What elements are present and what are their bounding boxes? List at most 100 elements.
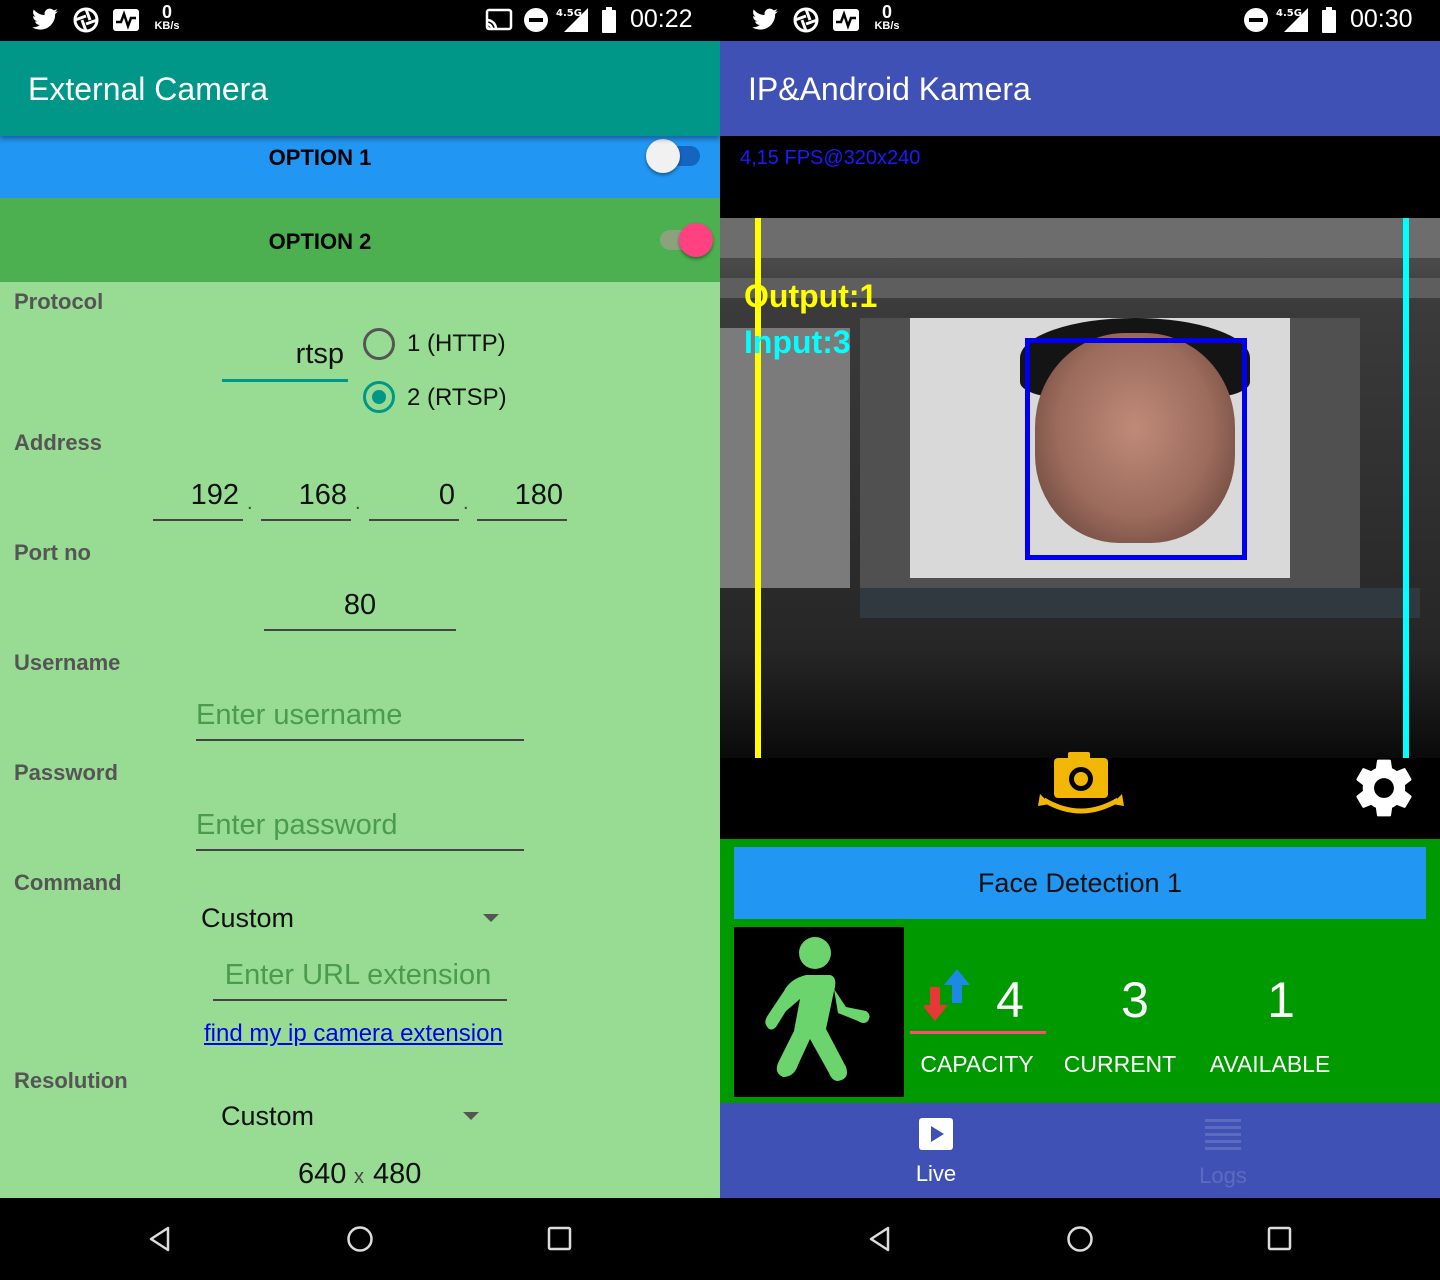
resolution-dropdown[interactable]: Custom	[221, 1101, 314, 1132]
do-not-disturb-icon	[522, 6, 550, 34]
feed-browser-bar	[720, 218, 1440, 258]
protocol-label: Protocol	[14, 289, 104, 314]
ip-separator: .	[247, 492, 253, 514]
resolution-x: x	[354, 1166, 364, 1188]
back-icon[interactable]	[866, 1225, 894, 1253]
username-field[interactable]: Enter username	[196, 699, 524, 741]
app-bar: External Camera	[0, 41, 720, 136]
available-label: AVAILABLE	[1209, 1051, 1331, 1077]
recents-icon[interactable]	[546, 1225, 574, 1253]
signal-icon: 4.5G	[1276, 6, 1310, 34]
activity-icon	[832, 6, 860, 34]
app-title: External Camera	[28, 71, 269, 107]
app-bar: IP&Android Kamera	[720, 41, 1440, 136]
aperture-icon	[792, 6, 820, 34]
logs-list-icon[interactable]	[1204, 1117, 1242, 1153]
aperture-icon	[72, 6, 100, 34]
bottom-navigation: Live Logs	[720, 1103, 1440, 1198]
option-2-switch[interactable]	[679, 223, 713, 257]
url-extension-field[interactable]: Enter URL extension	[213, 959, 507, 1001]
twitter-icon	[750, 6, 780, 34]
password-label: Password	[14, 760, 118, 785]
ip-octet-2[interactable]: 168	[261, 479, 351, 521]
option-1-label: OPTION 1	[268, 145, 372, 170]
twitter-icon	[30, 6, 60, 34]
ip-separator: .	[463, 492, 469, 514]
status-bar: 0 KB/s 4.5G 00:22	[0, 0, 720, 41]
radio-rtsp-label: 2 (RTSP)	[407, 384, 507, 411]
current-value: 3	[1121, 972, 1149, 1028]
cast-icon	[484, 6, 514, 34]
signal-icon: 4.5G	[556, 6, 590, 34]
username-label: Username	[14, 650, 121, 675]
app-title: IP&Android Kamera	[748, 71, 1031, 107]
settings-form: Protocol rtsp 1 (HTTP) 2 (RTSP) Address …	[0, 282, 720, 1198]
current-label: CURRENT	[1063, 1051, 1177, 1077]
resolution-height[interactable]: 480	[373, 1158, 421, 1191]
detector-title[interactable]: Face Detection 1	[734, 847, 1426, 919]
password-field[interactable]: Enter password	[196, 809, 524, 851]
fps-readout: 4,15 FPS@320x240	[740, 147, 921, 169]
right-screen: 0 KB/s 4.5G 00:30 IP&Android Kamera 4,15…	[720, 0, 1440, 1280]
radio-rtsp[interactable]	[363, 381, 395, 413]
resolution-width[interactable]: 640	[298, 1158, 346, 1191]
recents-icon[interactable]	[1266, 1225, 1294, 1253]
option-2-row[interactable]: OPTION 2	[0, 198, 720, 282]
capacity-value: 4	[996, 972, 1024, 1028]
system-nav-bar	[720, 1198, 1440, 1280]
system-nav-bar	[0, 1198, 720, 1280]
camera-area: 4,15 FPS@320x240 Output:1 Input:3	[720, 136, 1440, 839]
stats-panel: Face Detection 1 4 CAPACITY 3 CURRENT 1 …	[720, 839, 1440, 1103]
svg-text:4.5G: 4.5G	[556, 8, 582, 19]
svg-text:4.5G: 4.5G	[1276, 8, 1302, 19]
tab-live[interactable]: Live	[896, 1161, 976, 1187]
feed-thumbnails	[720, 328, 850, 588]
chevron-down-icon[interactable]	[463, 1112, 479, 1120]
status-bar: 0 KB/s 4.5G 00:30	[720, 0, 1440, 41]
radio-http[interactable]	[363, 328, 395, 360]
switch-camera-icon[interactable]	[1038, 752, 1124, 824]
protocol-field[interactable]: rtsp	[222, 338, 348, 382]
option-1-switch[interactable]	[646, 139, 680, 173]
ip-octet-1[interactable]: 192	[153, 479, 243, 521]
battery-icon	[1320, 6, 1338, 34]
chevron-down-icon[interactable]	[483, 914, 499, 922]
face-detection-box	[1025, 338, 1247, 560]
ip-octet-4[interactable]: 180	[477, 479, 567, 521]
port-field[interactable]: 80	[264, 589, 456, 631]
option-2-label: OPTION 2	[268, 229, 372, 254]
left-screen: 0 KB/s 4.5G 00:22 External Camera OPTION…	[0, 0, 720, 1280]
back-icon[interactable]	[146, 1225, 174, 1253]
input-count-label: Input:3	[744, 324, 851, 360]
ip-separator: .	[355, 492, 361, 514]
capacity-transfer-icon	[924, 969, 970, 1021]
live-play-icon[interactable]	[918, 1117, 954, 1151]
output-count-label: Output:1	[744, 278, 878, 314]
capacity-label: CAPACITY	[920, 1051, 1034, 1077]
command-label: Command	[14, 870, 122, 895]
input-line	[1403, 218, 1409, 758]
do-not-disturb-icon	[1242, 6, 1270, 34]
home-icon[interactable]	[346, 1225, 374, 1253]
settings-gear-icon[interactable]	[1350, 754, 1418, 822]
battery-icon	[600, 6, 618, 34]
activity-icon	[112, 6, 140, 34]
find-extension-link[interactable]: find my ip camera extension	[204, 1020, 503, 1048]
option-1-row[interactable]: OPTION 1	[0, 136, 720, 198]
tab-logs[interactable]: Logs	[1183, 1163, 1263, 1189]
home-icon[interactable]	[1066, 1225, 1094, 1253]
address-label: Address	[14, 430, 103, 455]
walking-person-icon	[734, 927, 904, 1097]
clock: 00:22	[630, 5, 693, 33]
resolution-label: Resolution	[14, 1068, 128, 1093]
feed-player-controls	[860, 588, 1420, 618]
ip-octet-3[interactable]: 0	[369, 479, 459, 521]
capacity-underline	[910, 1031, 1046, 1034]
radio-http-label: 1 (HTTP)	[407, 330, 506, 357]
network-speed: 0 KB/s	[874, 2, 900, 32]
clock: 00:30	[1350, 5, 1413, 33]
port-label: Port no	[14, 540, 91, 565]
network-speed: 0 KB/s	[154, 2, 180, 32]
camera-feed[interactable]: Output:1 Input:3	[720, 218, 1440, 758]
command-dropdown[interactable]: Custom	[201, 903, 294, 934]
